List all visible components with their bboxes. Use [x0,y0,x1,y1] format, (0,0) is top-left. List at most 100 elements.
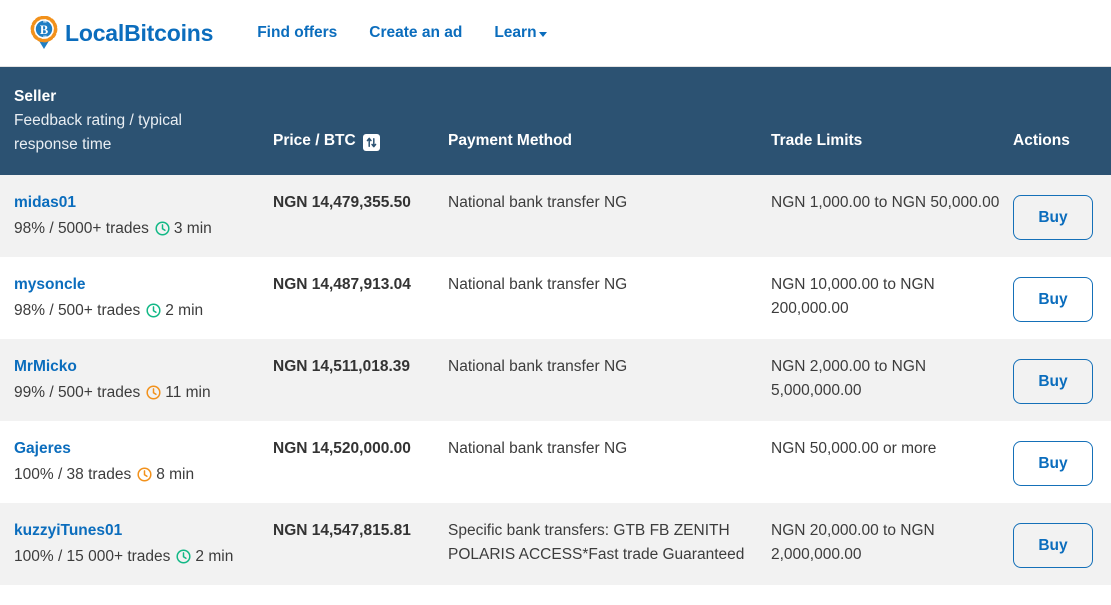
seller-rating: 98% / 500+ trades [14,302,141,320]
column-header-seller: Seller Feedback rating / typical respons… [0,67,273,172]
payment-method-value: Specific bank transfers: GTB FB ZENITH P… [448,522,745,564]
trade-limits-value: NGN 1,000.00 to NGN 50,000.00 [771,194,1000,211]
clock-icon [146,302,161,326]
seller-rating-and-response: 98% / 5000+ trades 3 min [14,217,273,244]
clock-icon [137,466,152,490]
payment-method-value: National bank transfer NG [448,276,628,293]
seller-response-time: 3 min [173,220,212,238]
buy-button[interactable]: Buy [1013,277,1093,322]
buy-button[interactable]: Buy [1013,195,1093,240]
seller-name-link[interactable]: mysoncle [14,273,273,296]
table-row: kuzzyiTunes01 100% / 15 000+ trades 2 min N… [0,503,1111,585]
price-cell: NGN 14,487,913.04 [273,273,448,296]
seller-rating: 100% / 38 trades [14,466,132,484]
seller-rating-and-response: 98% / 500+ trades 2 min [14,299,273,326]
price-cell: NGN 14,547,815.81 [273,519,448,542]
column-header-seller-subtitle: Feedback rating / typical response time [14,112,183,153]
seller-rating-and-response: 100% / 15 000+ trades 2 min [14,545,273,572]
payment-method-cell: National bank transfer NG [448,273,771,297]
table-row: MrMicko 99% / 500+ trades 11 min NGN 14,511… [0,339,1111,421]
chevron-down-icon [538,31,547,37]
trade-limits-value: NGN 2,000.00 to NGN 5,000,000.00 [771,358,927,400]
top-navigation-bar: B LocalBitcoins Find offers Create an ad… [0,0,1111,67]
buy-button[interactable]: Buy [1013,359,1093,404]
trade-limits-cell: NGN 2,000.00 to NGN 5,000,000.00 [771,355,1013,403]
table-row: mysoncle 98% / 500+ trades 2 min NGN 14,487… [0,257,1111,339]
payment-method-value: National bank transfer NG [448,358,628,375]
nav-link-learn-label: Learn [494,24,537,41]
seller-name-link[interactable]: MrMicko [14,355,273,378]
actions-cell: Buy [1013,519,1111,568]
clock-icon [155,220,170,244]
seller-response-time: 2 min [195,548,234,566]
nav-link-create-an-ad-label: Create an ad [369,24,463,41]
seller-cell: midas01 98% / 5000+ trades 3 min [0,191,273,244]
clock-icon [146,384,161,408]
price-cell: NGN 14,511,018.39 [273,355,448,378]
column-header-seller-label: Seller [14,88,57,105]
brand-logo-link[interactable]: B LocalBitcoins [29,15,214,50]
buy-button[interactable]: Buy [1013,523,1093,568]
actions-cell: Buy [1013,355,1111,404]
seller-rating-and-response: 99% / 500+ trades 11 min [14,381,273,408]
buy-button[interactable]: Buy [1013,441,1093,486]
nav-link-create-an-ad[interactable]: Create an ad [369,24,462,42]
payment-method-value: National bank transfer NG [448,440,628,457]
seller-rating: 99% / 500+ trades [14,384,141,402]
table-row: Gajeres 100% / 38 trades 8 min NGN 14,520,0… [0,421,1111,503]
actions-cell: Buy [1013,191,1111,240]
table-row: midas01 98% / 5000+ trades 3 min NGN 14,479… [0,175,1111,257]
payment-method-cell: Specific bank transfers: GTB FB ZENITH P… [448,519,771,567]
nav-link-find-offers-label: Find offers [257,24,338,41]
trade-limits-cell: NGN 20,000.00 to NGN 2,000,000.00 [771,519,1013,567]
seller-rating: 98% / 5000+ trades [14,220,149,238]
primary-nav-links: Find offers Create an ad Learn [257,24,547,42]
price-value: NGN 14,511,018.39 [273,358,411,375]
column-header-payment-method: Payment Method [448,131,573,149]
seller-name-link[interactable]: Gajeres [14,437,273,460]
trade-limits-value: NGN 20,000.00 to NGN 2,000,000.00 [771,522,935,564]
payment-method-cell: National bank transfer NG [448,355,771,379]
payment-method-cell: National bank transfer NG [448,191,771,215]
price-cell: NGN 14,479,355.50 [273,191,448,214]
column-header-actions: Actions [1013,131,1070,149]
price-cell: NGN 14,520,000.00 [273,437,448,460]
bitcoin-map-pin-icon: B [29,15,59,50]
nav-link-learn[interactable]: Learn [494,24,547,42]
payment-method-cell: National bank transfer NG [448,437,771,461]
column-header-price-label: Price / BTC [273,131,356,149]
price-value: NGN 14,520,000.00 [273,440,411,457]
actions-cell: Buy [1013,273,1111,322]
brand-name: LocalBitcoins [65,19,214,46]
price-value: NGN 14,547,815.81 [273,522,411,539]
payment-method-value: National bank transfer NG [448,194,628,211]
seller-response-time: 11 min [165,384,211,402]
offers-table: Seller Feedback rating / typical respons… [0,67,1111,585]
column-header-price: Price / BTC [273,129,448,175]
actions-cell: Buy [1013,437,1111,486]
nav-link-find-offers[interactable]: Find offers [257,24,337,42]
trade-limits-value: NGN 10,000.00 to NGN 200,000.00 [771,276,935,318]
seller-cell: MrMicko 99% / 500+ trades 11 min [0,355,273,408]
seller-response-time: 8 min [156,466,195,484]
clock-icon [176,548,191,572]
seller-name-link[interactable]: kuzzyiTunes01 [14,519,273,542]
offers-table-body: midas01 98% / 5000+ trades 3 min NGN 14,479… [0,175,1111,585]
trade-limits-cell: NGN 1,000.00 to NGN 50,000.00 [771,191,1013,215]
price-value: NGN 14,487,913.04 [273,276,411,293]
seller-response-time: 2 min [165,302,204,320]
seller-cell: Gajeres 100% / 38 trades 8 min [0,437,273,490]
seller-rating: 100% / 15 000+ trades [14,548,171,566]
offers-table-header-row: Seller Feedback rating / typical respons… [0,67,1111,175]
column-header-trade-limits: Trade Limits [771,131,863,149]
trade-limits-cell: NGN 50,000.00 or more [771,437,1013,461]
price-value: NGN 14,479,355.50 [273,194,411,211]
seller-cell: mysoncle 98% / 500+ trades 2 min [0,273,273,326]
seller-name-link[interactable]: midas01 [14,191,273,214]
sort-updown-icon[interactable] [362,133,380,151]
seller-rating-and-response: 100% / 38 trades 8 min [14,463,273,490]
trade-limits-cell: NGN 10,000.00 to NGN 200,000.00 [771,273,1013,321]
svg-text:B: B [40,23,48,37]
seller-cell: kuzzyiTunes01 100% / 15 000+ trades 2 min [0,519,273,572]
trade-limits-value: NGN 50,000.00 or more [771,440,937,457]
